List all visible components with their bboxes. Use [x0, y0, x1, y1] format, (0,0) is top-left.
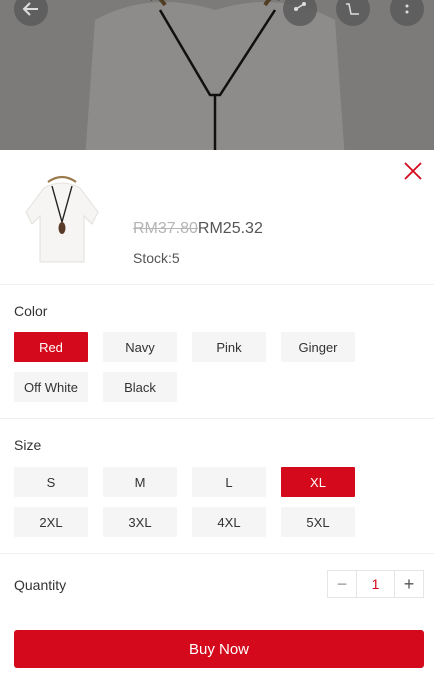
price-row: RM37.80RM25.32 — [133, 220, 263, 238]
size-option-m[interactable]: M — [103, 467, 177, 497]
size-option-2xl[interactable]: 2XL — [14, 507, 88, 537]
current-price: RM25.32 — [197, 220, 263, 237]
quantity-stepper: − 1 + — [327, 570, 424, 598]
color-option-ginger[interactable]: Ginger — [281, 332, 355, 362]
color-option-pink[interactable]: Pink — [192, 332, 266, 362]
stock-label: Stock:5 — [133, 250, 180, 266]
buy-now-button[interactable]: Buy Now — [14, 630, 424, 668]
size-option-5xl[interactable]: 5XL — [281, 507, 355, 537]
color-option-black[interactable]: Black — [103, 372, 177, 402]
size-option-l[interactable]: L — [192, 467, 266, 497]
color-option-off-white[interactable]: Off White — [14, 372, 88, 402]
product-thumbnail — [25, 175, 99, 263]
quantity-value[interactable]: 1 — [356, 571, 395, 597]
divider — [0, 284, 434, 285]
original-price: RM37.80 — [133, 220, 198, 237]
increment-button[interactable]: + — [395, 571, 423, 597]
background-product-page — [0, 0, 434, 160]
decrement-button[interactable]: − — [328, 571, 356, 597]
quantity-label: Quantity — [14, 577, 67, 593]
close-icon[interactable] — [402, 160, 424, 182]
divider — [0, 553, 434, 554]
divider — [0, 418, 434, 419]
size-section-title: Size — [14, 437, 42, 453]
sku-selector-sheet: RM37.80RM25.32 Stock:5 Color Red Navy Pi… — [0, 150, 434, 675]
size-option-s[interactable]: S — [14, 467, 88, 497]
size-option-4xl[interactable]: 4XL — [192, 507, 266, 537]
modal-overlay[interactable] — [0, 0, 434, 160]
color-option-navy[interactable]: Navy — [103, 332, 177, 362]
color-section-title: Color — [14, 303, 48, 319]
size-option-xl[interactable]: XL — [281, 467, 355, 497]
color-option-red[interactable]: Red — [14, 332, 88, 362]
size-option-3xl[interactable]: 3XL — [103, 507, 177, 537]
